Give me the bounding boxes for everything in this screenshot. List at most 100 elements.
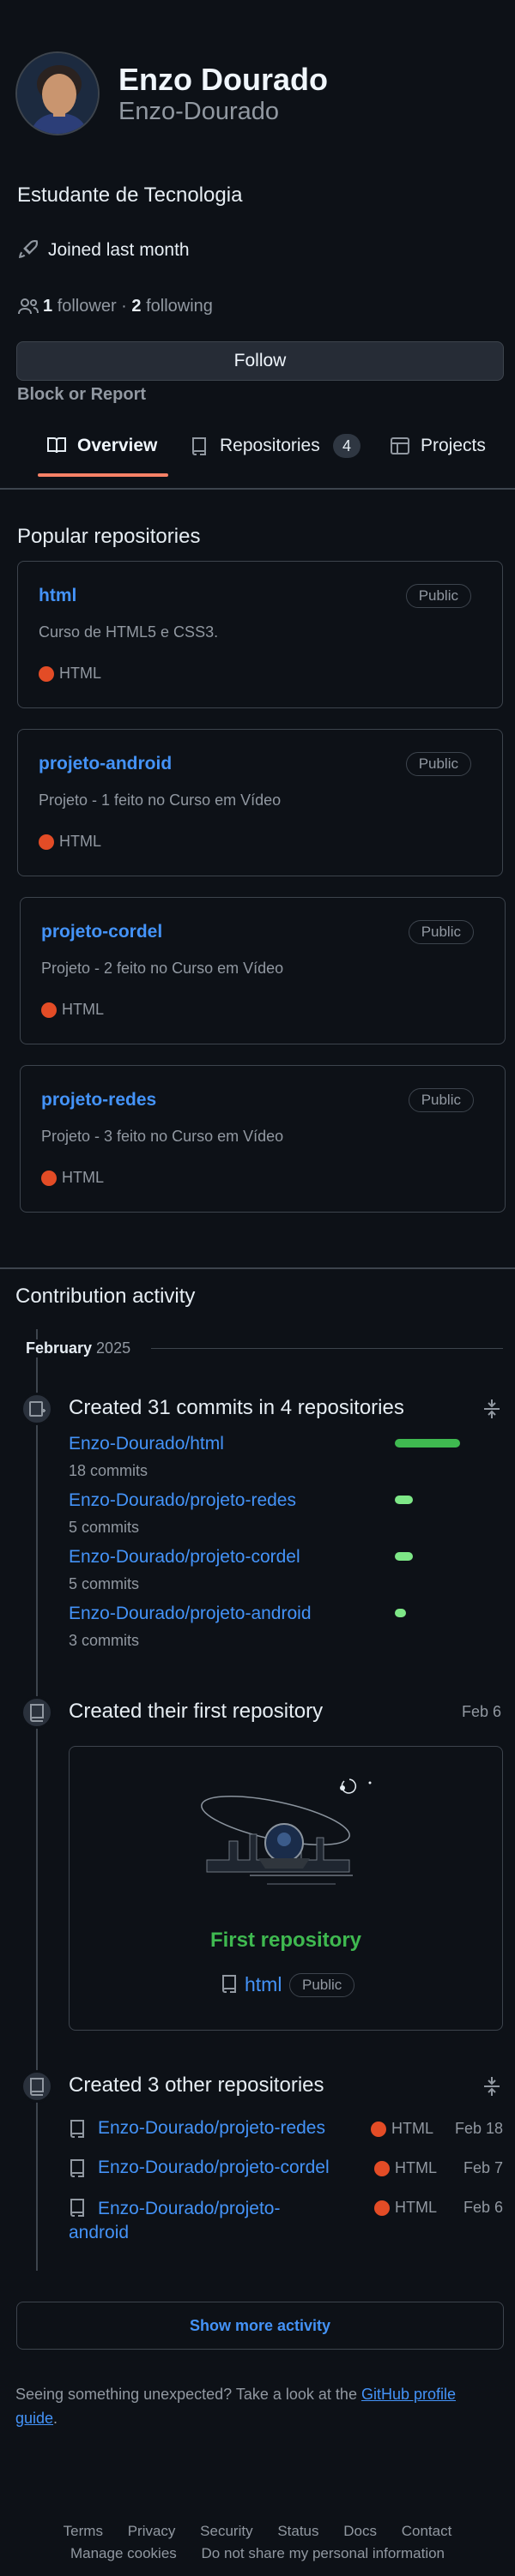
joined-text: Joined last month [48,240,190,260]
created-date: Feb 18 [455,2120,504,2137]
tab-repositories-label: Repositories [220,436,320,455]
repo-icon [30,2078,44,2096]
profile-guide-link[interactable]: GitHub profile [361,2386,456,2403]
commit-count: 18 commits [69,1462,148,1479]
footer-link-status[interactable]: Status [277,2523,318,2539]
first-repo-card: First repository html Public [69,1746,503,2031]
repo-card: html Public Curso de HTML5 e CSS3. HTML [17,561,503,708]
footer-manage-cookies[interactable]: Manage cookies [70,2545,177,2561]
language-color-dot [41,1171,57,1186]
block-report-link[interactable]: Block or Report [17,385,146,405]
period: . [53,2410,58,2427]
avatar[interactable] [15,51,100,135]
profile-username: Enzo-Dourado [118,98,279,125]
tab-projects[interactable]: Projects [388,429,508,477]
month-year: 2025 [96,1339,131,1357]
language-color-dot [41,1002,57,1018]
section-divider [0,1267,515,1269]
commit-count: 3 commits [69,1632,140,1649]
timeline-node [21,2070,53,2103]
footer-link-privacy[interactable]: Privacy [128,2523,176,2539]
month-divider [151,1348,503,1349]
tabs-divider [0,488,515,490]
repo-icon [69,2197,86,2222]
followers-link[interactable]: 1 follower · 2 following [43,297,213,316]
repo-description: Curso de HTML5 e CSS3. [39,623,219,641]
first-repository-illustration [201,1779,372,1885]
created-repo-link[interactable]: Enzo-Dourado/projeto-redes [98,2118,325,2139]
profile-name: Enzo Dourado [118,62,328,97]
repo-name-link[interactable]: projeto-redes [41,1090,156,1110]
repo-icon [221,1973,238,1994]
commit-repo-link[interactable]: Enzo-Dourado/projeto-cordel [69,1547,300,1568]
tab-overview-label: Overview [77,436,158,455]
avatar-image [17,53,98,134]
footer-do-not-share[interactable]: Do not share my personal information [202,2545,445,2561]
repo-language: HTML [395,2199,437,2216]
footer-links-row2: Manage cookies Do not share my personal … [0,2545,515,2562]
repo-name-link[interactable]: projeto-cordel [41,922,162,942]
repo-card: projeto-android Public Projeto - 1 feito… [17,729,503,876]
language-color-dot [374,2200,390,2216]
tab-projects-label: Projects [421,436,486,455]
unexpected-text: Seeing something unexpected? Take a look… [15,2386,361,2403]
created-repo-link-continued[interactable]: android [69,2223,129,2243]
commit-repo-link[interactable]: Enzo-Dourado/projeto-android [69,1604,312,1624]
tab-selected-underline [38,473,168,477]
commit-repo-link[interactable]: Enzo-Dourado/html [69,1434,224,1454]
repo-icon [69,2158,86,2182]
book-icon [46,436,67,454]
visibility-badge: Public [405,752,471,776]
repo-name-link[interactable]: html [39,586,76,606]
profile-bio: Estudante de Tecnologia [17,184,243,207]
language-color-dot [371,2122,386,2137]
created-repo-link[interactable]: Enzo-Dourado/projeto- [98,2197,280,2221]
following-count: 2 [131,297,142,316]
profile-guide-link-continued[interactable]: guide [15,2410,53,2427]
tab-overview[interactable]: Overview [38,429,168,477]
following-label: following [146,297,213,316]
month-name: February [26,1339,93,1357]
commit-bar [395,1609,406,1617]
footer-link-security[interactable]: Security [200,2523,252,2539]
footer-link-contact[interactable]: Contact [402,2523,452,2539]
separator: · [121,297,127,316]
commit-bar [395,1439,460,1447]
activity-heading: Contribution activity [15,1285,196,1308]
footer-link-terms[interactable]: Terms [64,2523,103,2539]
collapse-icon[interactable] [482,1398,501,1420]
tab-repositories[interactable]: Repositories 4 [189,429,360,477]
created-repo-link[interactable]: Enzo-Dourado/projeto-cordel [98,2158,330,2178]
other-repos-title: Created 3 other repositories [69,2073,324,2097]
repo-name-link[interactable]: projeto-android [39,754,172,774]
month-label: February 2025 [26,1339,140,1357]
visibility-badge: Public [408,1088,474,1112]
repo-icon [191,436,208,456]
commit-repo-link[interactable]: Enzo-Dourado/projeto-redes [69,1490,296,1511]
followers-count: 1 [43,297,53,316]
collapse-icon[interactable] [482,2075,501,2098]
timeline-node [21,1696,53,1729]
unexpected-note: Seeing something unexpected? Take a look… [15,2382,496,2430]
language-color-dot [374,2161,390,2176]
repo-language: HTML [62,1001,104,1018]
visibility-badge: Public [405,584,471,608]
follow-button[interactable]: Follow [16,341,504,381]
commit-bar [395,1496,413,1504]
repo-description: Projeto - 1 feito no Curso em Vídeo [39,791,282,809]
repo-language: HTML [59,665,101,682]
commit-icon [29,1401,45,1417]
commit-count: 5 commits [69,1519,140,1536]
visibility-badge: Public [289,1973,355,1997]
first-repo-link[interactable]: html [245,1973,282,1996]
footer-links: Terms Privacy Security Status Docs Conta… [0,2523,515,2540]
commit-count: 5 commits [69,1575,140,1592]
rocket-icon [17,238,39,261]
commits-title: Created 31 commits in 4 repositories [69,1396,404,1419]
footer-link-docs[interactable]: Docs [343,2523,377,2539]
first-repository-label: First repository [209,1929,362,1952]
repo-icon [69,2118,86,2143]
timeline-line [36,1329,38,2271]
popular-heading: Popular repositories [17,525,201,548]
show-more-activity-button[interactable]: Show more activity [16,2302,504,2350]
